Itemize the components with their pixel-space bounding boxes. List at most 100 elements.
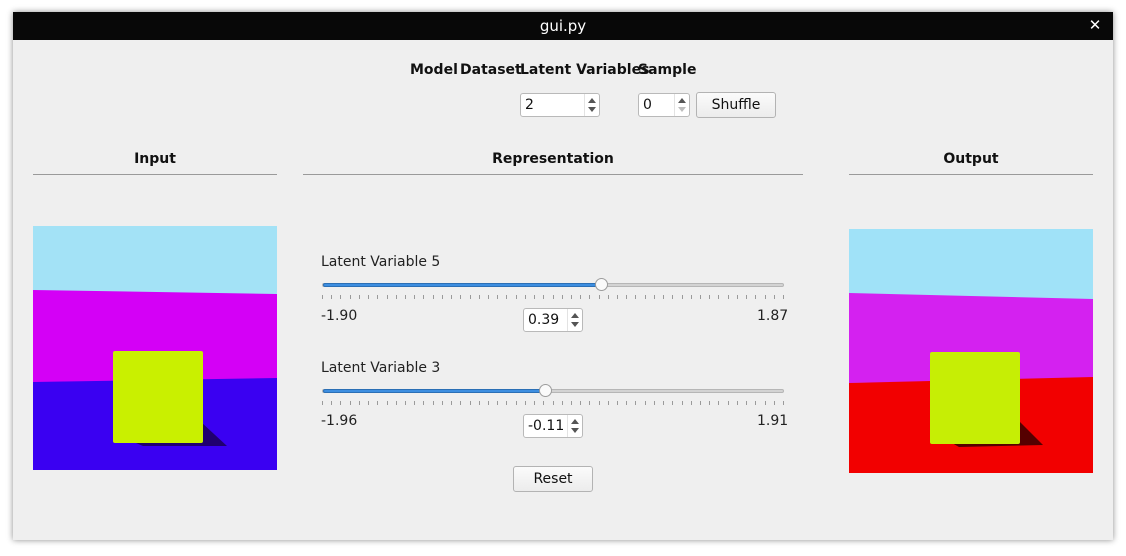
slider-tick [469,295,471,299]
slider-tick [626,295,628,299]
spin-up-icon[interactable] [571,313,579,318]
model-header: Model [410,62,458,78]
slider-tick [469,401,471,405]
slider-tick [607,401,609,405]
slider-tick [690,401,692,405]
slider-tick [635,401,637,405]
slider-tick [441,401,443,405]
slider-tick [653,295,655,299]
slider-tick [635,295,637,299]
slider-tick [534,401,536,405]
slider-tick [709,295,711,299]
spin-up-icon[interactable] [588,98,596,103]
slider-tick [460,401,462,405]
slider-tick [690,295,692,299]
slider-tick [681,401,683,405]
slider-tick [727,295,729,299]
sample-spinbox[interactable]: 0 [638,93,690,117]
spin-down-icon[interactable] [588,107,596,112]
slider-tick [487,401,489,405]
slider-tick [451,295,453,299]
latent-min-label: -1.90 [321,308,358,324]
slider-tick [552,401,554,405]
slider-tick [386,295,388,299]
slider-tick [349,295,351,299]
representation-divider [303,174,803,175]
input-header: Input [134,151,176,167]
slider-tick [331,401,333,405]
slider-tick [764,401,766,405]
slider-tick [377,401,379,405]
latent-label: Latent Variable 3 [321,360,441,376]
slider-tick [589,295,591,299]
slider-tick [561,295,563,299]
slider-tick [755,295,757,299]
title-bar[interactable]: gui.py ✕ [13,12,1113,40]
slider-tick [524,295,526,299]
slider-tick [746,295,748,299]
spinbox-arrows[interactable] [584,94,599,116]
slider-tick [524,401,526,405]
slider-fill [323,283,602,287]
slider-handle[interactable] [595,278,609,291]
slider-tick [570,401,572,405]
latent-slider[interactable] [322,384,784,397]
slider-tick [672,295,674,299]
slider-tick [322,295,323,299]
spinbox-arrows[interactable] [567,309,582,331]
latent-variables-value: 2 [525,97,534,113]
slider-ticks [322,401,784,407]
spin-down-icon[interactable] [678,107,686,112]
slider-tick [414,295,416,299]
slider-tick [432,401,434,405]
slider-tick [644,295,646,299]
slider-tick [368,295,370,299]
output-header: Output [943,151,999,167]
spin-down-icon[interactable] [571,322,579,327]
slider-tick [368,401,370,405]
slider-tick [423,295,425,299]
slider-tick [543,401,545,405]
input-image [33,226,277,470]
slider-tick [414,401,416,405]
slider-tick [764,295,766,299]
slider-tick [515,295,517,299]
latent-variables-header: Latent Variables [520,62,650,78]
latent-label: Latent Variable 5 [321,254,441,270]
close-icon[interactable]: ✕ [1086,16,1104,34]
spin-down-icon[interactable] [571,428,579,433]
slider-tick [404,295,406,299]
slider-tick [395,401,397,405]
latent-variables-spinbox[interactable]: 2 [520,93,600,117]
slider-tick [322,401,323,405]
slider-tick [561,401,563,405]
slider-tick [349,401,351,405]
sample-header: Sample [638,62,697,78]
slider-tick [718,401,720,405]
latent-value-spinbox[interactable]: -0.11 [523,414,583,438]
slider-tick [663,295,665,299]
spinbox-arrows[interactable] [674,94,689,116]
reset-button[interactable]: Reset [513,466,593,492]
slider-tick [543,295,545,299]
latent-value-spinbox[interactable]: 0.39 [523,308,583,332]
slider-ticks [322,295,784,301]
slider-tick [672,401,674,405]
slider-tick [663,401,665,405]
slider-tick [534,295,536,299]
slider-tick [451,401,453,405]
shuffle-button[interactable]: Shuffle [696,92,776,118]
spin-up-icon[interactable] [678,98,686,103]
spin-up-icon[interactable] [571,419,579,424]
slider-tick [570,295,572,299]
slider-tick [377,295,379,299]
slider-handle[interactable] [538,384,552,397]
slider-tick [709,401,711,405]
latent-slider[interactable] [322,278,784,291]
slider-tick [736,401,738,405]
slider-tick [718,295,720,299]
spinbox-arrows[interactable] [567,415,582,437]
slider-tick [598,401,600,405]
slider-tick [358,401,360,405]
slider-tick [497,401,499,405]
